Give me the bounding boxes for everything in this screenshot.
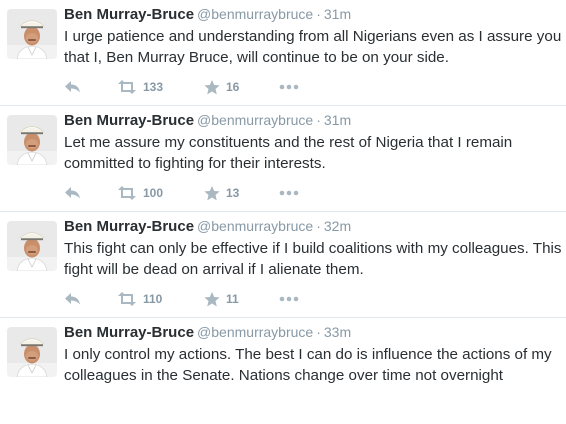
retweet-icon: [117, 186, 137, 200]
star-icon: [204, 185, 220, 201]
favorite-button[interactable]: 11: [204, 290, 239, 308]
reply-icon: [64, 80, 81, 94]
separator-dot: ·: [316, 112, 321, 128]
reply-button[interactable]: [64, 78, 81, 96]
author-name[interactable]: Ben Murray-Bruce: [64, 324, 194, 341]
star-icon: [204, 291, 220, 307]
separator-dot: ·: [316, 6, 321, 22]
more-button[interactable]: [279, 78, 299, 96]
tweet: Ben Murray-Bruce @benmurraybruce · 31m I ur…: [0, 0, 566, 106]
author-name[interactable]: Ben Murray-Bruce: [64, 6, 194, 23]
retweet-icon: [117, 80, 137, 94]
favorite-button[interactable]: 16: [204, 78, 239, 96]
favorite-count: 16: [226, 80, 240, 94]
timestamp[interactable]: 31m: [324, 112, 351, 128]
favorite-count: 11: [226, 292, 239, 306]
retweet-count: 133: [143, 80, 164, 94]
tweet-header: Ben Murray-Bruce @benmurraybruce · 31m: [64, 112, 351, 129]
star-icon: [204, 79, 220, 95]
avatar[interactable]: [7, 221, 57, 271]
tweet-header: Ben Murray-Bruce @benmurraybruce · 32m: [64, 218, 351, 235]
retweet-count: 110: [143, 292, 163, 306]
timestamp[interactable]: 33m: [324, 324, 351, 340]
more-icon: [279, 296, 299, 302]
separator-dot: ·: [316, 218, 321, 234]
tweet-header: Ben Murray-Bruce @benmurraybruce · 31m: [64, 6, 351, 23]
author-handle[interactable]: @benmurraybruce: [197, 6, 313, 22]
more-icon: [279, 190, 299, 196]
favorite-button[interactable]: 13: [204, 184, 239, 202]
more-button[interactable]: [279, 184, 299, 202]
tweet-text: This fight can only be effective if I bu…: [64, 240, 562, 278]
more-icon: [279, 84, 299, 90]
author-name[interactable]: Ben Murray-Bruce: [64, 218, 194, 235]
timestamp[interactable]: 31m: [324, 6, 351, 22]
tweet-feed: Ben Murray-Bruce @benmurraybruce · 31m I ur…: [0, 0, 566, 408]
retweet-count: 100: [143, 186, 164, 200]
timestamp[interactable]: 32m: [324, 218, 351, 234]
reply-button[interactable]: [64, 184, 81, 202]
retweet-icon: [117, 292, 137, 306]
retweet-button[interactable]: 133: [117, 78, 163, 96]
reply-button[interactable]: [64, 290, 81, 308]
retweet-button[interactable]: 110: [117, 290, 162, 308]
separator-dot: ·: [316, 324, 321, 340]
tweet-text: I only control my actions. The best I ca…: [64, 346, 552, 384]
favorite-count: 13: [226, 186, 240, 200]
reply-icon: [64, 186, 81, 200]
tweet: Ben Murray-Bruce @benmurraybruce · 33m I on…: [0, 318, 566, 424]
author-name[interactable]: Ben Murray-Bruce: [64, 112, 194, 129]
author-handle[interactable]: @benmurraybruce: [197, 218, 313, 234]
author-handle[interactable]: @benmurraybruce: [197, 324, 313, 340]
more-button[interactable]: [279, 290, 299, 308]
avatar[interactable]: [7, 9, 57, 59]
tweet-text: I urge patience and understanding from a…: [64, 28, 562, 66]
reply-icon: [64, 292, 81, 306]
tweet: Ben Murray-Bruce @benmurraybruce · 32m This…: [0, 212, 566, 318]
avatar[interactable]: [7, 115, 57, 165]
tweet-text: Let me assure my constituents and the re…: [64, 134, 513, 172]
retweet-button[interactable]: 100: [117, 184, 163, 202]
tweet-header: Ben Murray-Bruce @benmurraybruce · 33m: [64, 324, 351, 341]
author-handle[interactable]: @benmurraybruce: [197, 112, 313, 128]
avatar[interactable]: [7, 327, 57, 377]
tweet: Ben Murray-Bruce @benmurraybruce · 31m Let …: [0, 106, 566, 212]
